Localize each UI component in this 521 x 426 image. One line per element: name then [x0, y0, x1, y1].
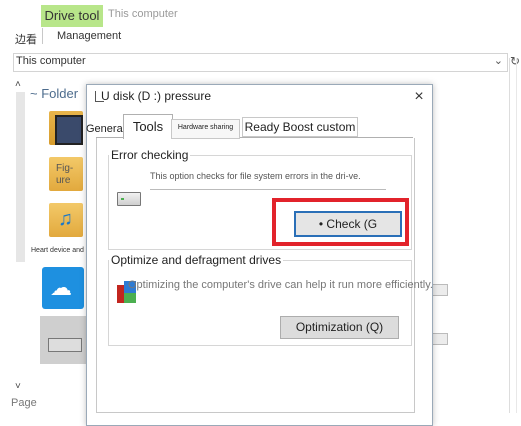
drive-icon [48, 338, 82, 352]
ribbon-title: This computer [108, 8, 178, 20]
devices-caption: Heart device and [31, 247, 84, 254]
address-bar[interactable]: This computer ⌄ [13, 53, 508, 72]
usb-drive-item[interactable] [40, 316, 90, 364]
folder-section-header[interactable]: ~ Folder [30, 86, 78, 101]
film-icon [55, 115, 83, 145]
tab-tools[interactable]: Tools [123, 114, 173, 139]
pane-divider [509, 58, 510, 413]
optimize-button[interactable]: Optimization (Q) [280, 316, 399, 339]
close-icon[interactable]: × [411, 88, 427, 106]
tab-general[interactable]: General [84, 120, 127, 138]
highlight-annotation [272, 198, 409, 246]
music-folder-icon[interactable]: ♫ [49, 203, 83, 237]
hard-drive-icon [117, 192, 141, 206]
chevron-down-icon[interactable]: ⌄ [494, 54, 503, 67]
cloud-drive-icon[interactable]: ☁ [42, 267, 84, 309]
videos-folder-icon[interactable] [49, 111, 83, 145]
view-tab[interactable]: 边看 [15, 31, 37, 47]
pictures-caption: Fig- ure [56, 163, 74, 186]
music-note-icon: ♫ [58, 208, 73, 230]
scroll-down-icon[interactable]: ˅ [15, 381, 21, 392]
description-underline [150, 189, 386, 190]
page-label: Page [11, 397, 37, 409]
error-checking-heading: Error checking [109, 148, 191, 162]
tab-hardware[interactable]: Hardware sharing [171, 119, 240, 139]
ribbon-divider [42, 28, 43, 44]
scroll-up-icon[interactable]: ˄ [15, 79, 21, 90]
scrollbar[interactable] [16, 92, 25, 262]
drive-tool-tab[interactable]: Drive tool [41, 5, 103, 27]
error-checking-description: This option checks for file system error… [150, 171, 361, 181]
optimize-heading: Optimize and defragment drives [109, 253, 284, 267]
drive-tool-tab-label: Drive tool [44, 8, 100, 23]
management-tab[interactable]: Management [57, 30, 121, 42]
optimize-description: Optimizing the computer's drive can help… [128, 279, 433, 291]
dialog-title: U disk (D :) pressure [101, 89, 212, 103]
tab-ready-boost[interactable]: Ready Boost custom [242, 117, 358, 137]
address-text: This computer [16, 55, 86, 67]
cloud-icon: ☁ [50, 275, 72, 300]
pane-divider [516, 58, 517, 413]
